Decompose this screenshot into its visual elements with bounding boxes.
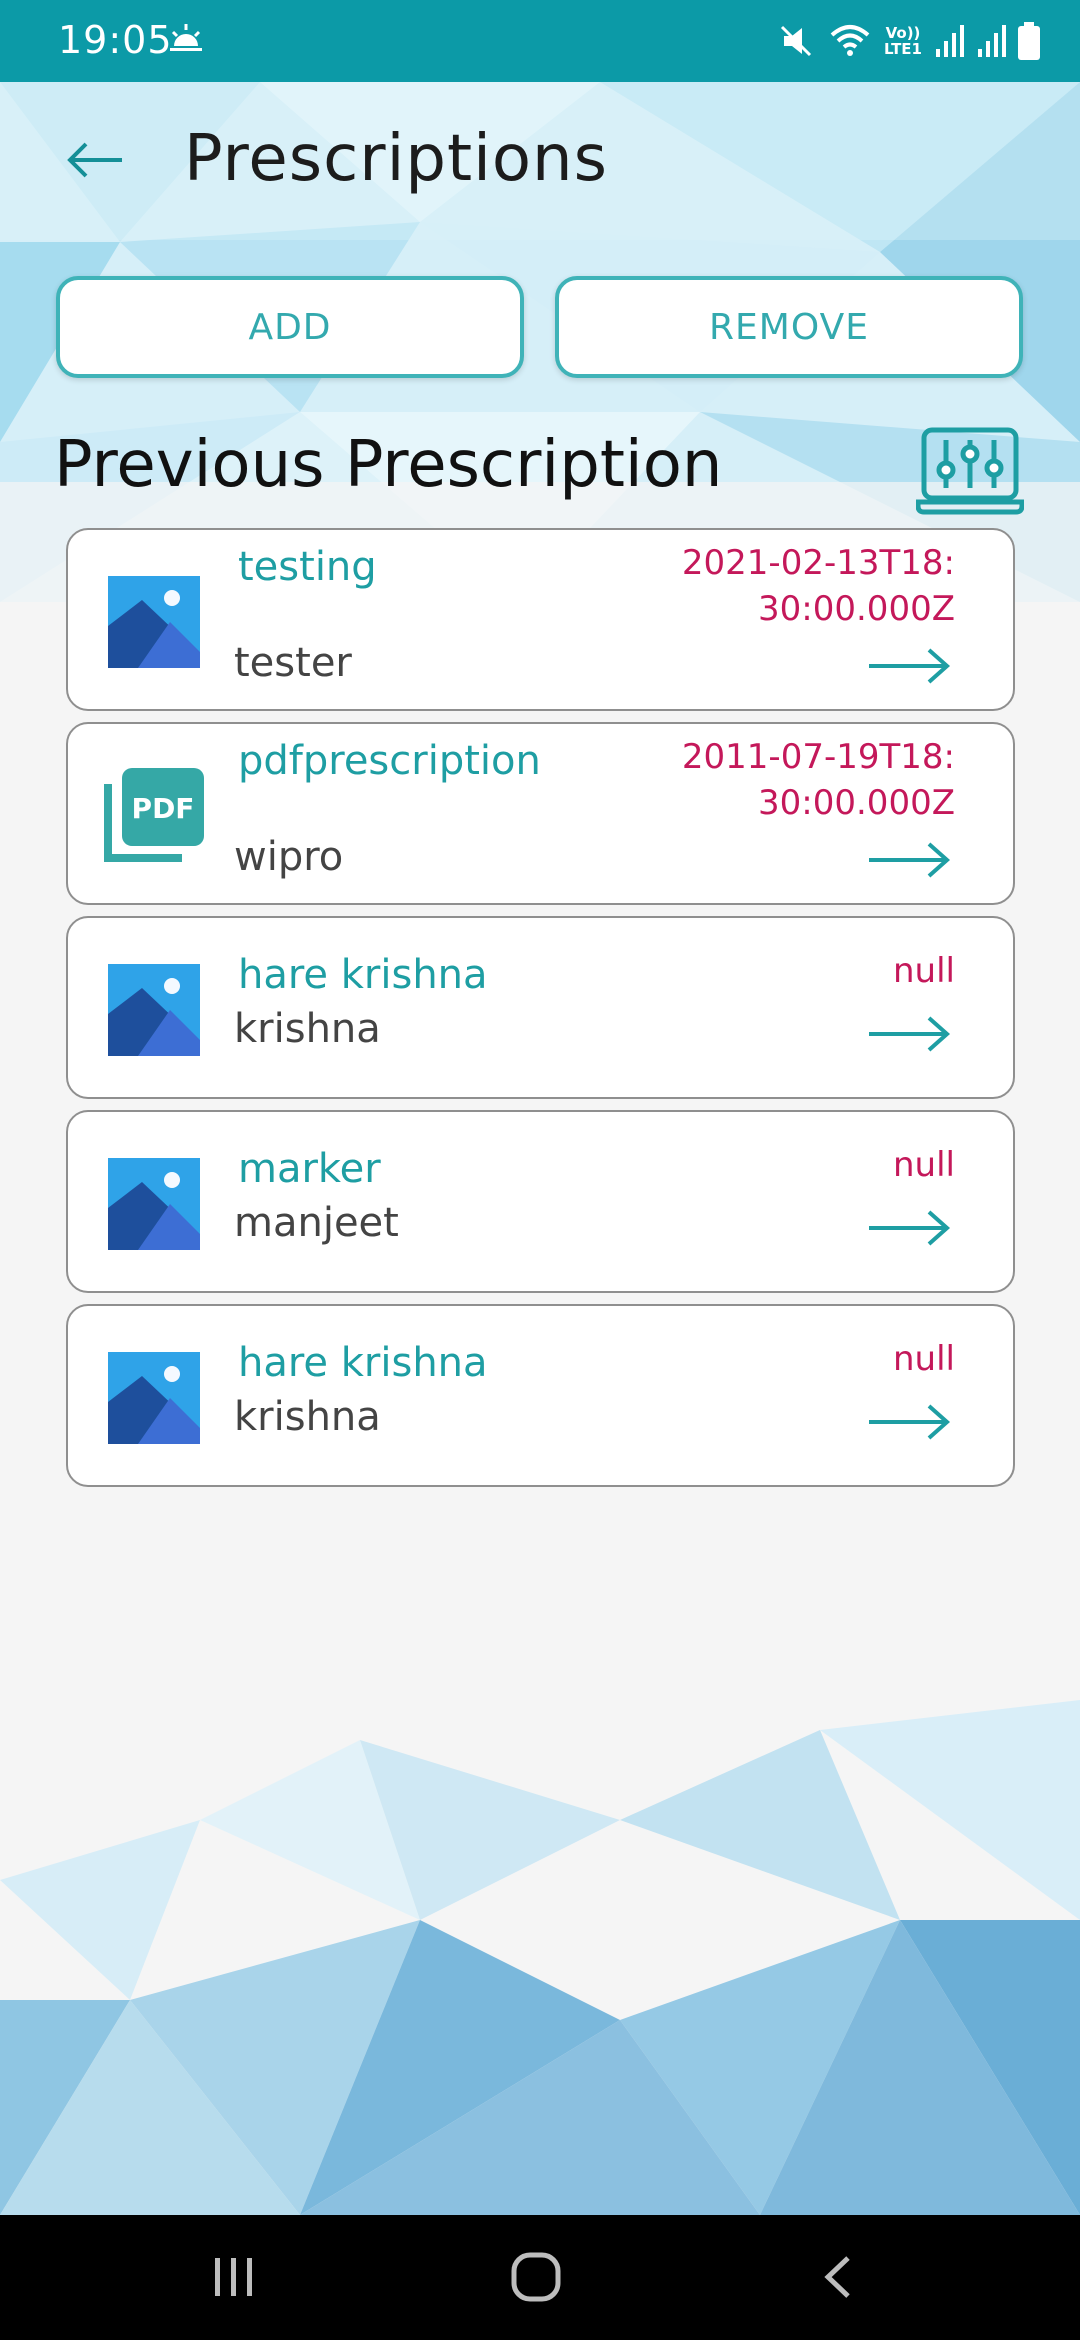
prescription-card[interactable]: hare krishna krishna null (66, 1304, 1015, 1487)
status-bar: 19:05 Vo)) LTE1 (0, 0, 1080, 82)
prescription-card[interactable]: hare krishna krishna null (66, 916, 1015, 1099)
prescription-date-line1: null (893, 951, 955, 991)
arrow-right-icon[interactable] (867, 646, 951, 686)
volte-icon: Vo)) LTE1 (884, 25, 922, 57)
prescription-title: marker (238, 1146, 381, 1192)
home-button[interactable] (496, 2245, 576, 2309)
prescription-date-line1: null (893, 1339, 955, 1379)
prescription-subtitle: krishna (234, 1006, 381, 1052)
image-icon (108, 964, 200, 1056)
image-icon (108, 576, 200, 668)
arrow-left-icon (67, 142, 122, 178)
prescription-date-line2: 30:00.000Z (758, 783, 955, 823)
prescription-date-line1: 2011-07-19T18: (681, 737, 955, 777)
status-time: 19:05 (58, 18, 173, 62)
weather-sunrise-icon (170, 24, 202, 51)
filter-button[interactable] (915, 424, 1025, 516)
image-icon (108, 1158, 200, 1250)
home-icon (511, 2252, 561, 2302)
prescription-date: null (893, 1142, 955, 1188)
screen: 19:05 Vo)) LTE1 Prescriptions ADD REMOVE… (0, 0, 1080, 2340)
back-button[interactable] (56, 120, 136, 200)
signal-icon (936, 25, 964, 57)
prescription-card[interactable]: testing tester 2021-02-13T18: 30:00.000Z (66, 528, 1015, 711)
back-icon (824, 2256, 850, 2298)
nav-back-button[interactable] (798, 2245, 878, 2309)
prescription-title: hare krishna (238, 952, 488, 998)
wifi-icon (830, 25, 870, 56)
navigation-bar (0, 2215, 1080, 2340)
lte-label: LTE1 (884, 40, 922, 58)
prescription-subtitle: manjeet (234, 1200, 399, 1246)
app-bar: Prescriptions (0, 82, 1080, 240)
prescription-date: null (893, 948, 955, 994)
prescription-title: testing (238, 544, 377, 590)
section-title: Previous Prescription (54, 428, 723, 502)
prescription-title: pdfprescription (238, 738, 541, 784)
battery-icon (1018, 22, 1040, 60)
page-title: Prescriptions (184, 122, 608, 196)
volte-label: Vo)) (885, 24, 921, 42)
prescription-date: 2011-07-19T18: 30:00.000Z (682, 734, 955, 826)
svg-text:PDF: PDF (132, 792, 195, 825)
remove-button[interactable]: REMOVE (555, 276, 1023, 378)
status-icons: Vo)) LTE1 (776, 18, 1040, 64)
prescription-title: hare krishna (238, 1340, 488, 1386)
prescription-card[interactable]: PDF pdfprescription wipro 2011-07-19T18:… (66, 722, 1015, 905)
prescription-subtitle: wipro (234, 834, 344, 880)
prescription-date: null (893, 1336, 955, 1382)
arrow-right-icon[interactable] (867, 1014, 951, 1054)
arrow-right-icon[interactable] (867, 840, 951, 880)
mute-icon (780, 25, 812, 57)
prescription-date-line1: null (893, 1145, 955, 1185)
prescription-date: 2021-02-13T18: 30:00.000Z (682, 540, 955, 632)
prescription-subtitle: krishna (234, 1394, 381, 1440)
prescription-date-line1: 2021-02-13T18: (681, 543, 955, 583)
image-icon (108, 1352, 200, 1444)
background-bottom-decoration (0, 1700, 1080, 2215)
arrow-right-icon[interactable] (867, 1402, 951, 1442)
arrow-right-icon[interactable] (867, 1208, 951, 1248)
prescription-card[interactable]: marker manjeet null (66, 1110, 1015, 1293)
recent-apps-icon (215, 2258, 252, 2296)
signal-icon (978, 25, 1006, 57)
recent-apps-button[interactable] (194, 2245, 274, 2309)
prescription-subtitle: tester (234, 640, 352, 686)
prescription-date-line2: 30:00.000Z (758, 589, 955, 629)
sliders-icon (915, 427, 1025, 515)
pdf-icon: PDF (104, 768, 204, 862)
add-button[interactable]: ADD (56, 276, 524, 378)
